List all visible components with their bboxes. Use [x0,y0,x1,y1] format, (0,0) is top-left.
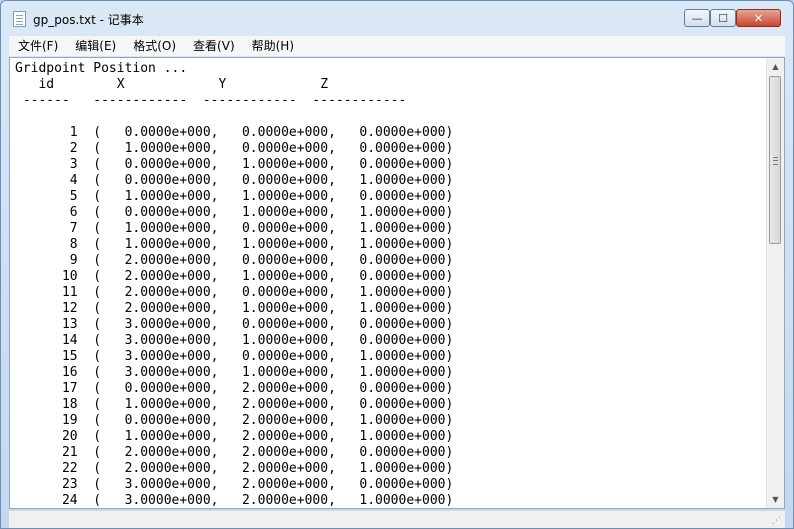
window-title: gp_pos.txt - 记事本 [33,13,144,27]
maximize-button[interactable]: ☐ [710,9,736,27]
scroll-thumb[interactable] [769,76,781,244]
vertical-scrollbar[interactable]: ▲ ▼ [766,58,784,508]
notepad-window: gp_pos.txt - 记事本 — ☐ ✕ 文件(F) 编辑(E) 格式(O)… [0,0,794,529]
minimize-button[interactable]: — [684,9,710,27]
menu-edit[interactable]: 编辑(E) [66,36,124,56]
close-button[interactable]: ✕ [736,9,781,27]
notepad-icon [13,11,26,27]
grip-icon [773,157,778,165]
menu-view[interactable]: 查看(V) [184,36,243,56]
menu-help[interactable]: 帮助(H) [243,36,302,56]
text-editor[interactable]: Gridpoint Position ... id X Y Z ------ -… [9,57,785,509]
menu-format[interactable]: 格式(O) [124,36,184,56]
editor-text[interactable]: Gridpoint Position ... id X Y Z ------ -… [15,61,453,508]
status-bar: ⋰ [9,510,785,528]
menu-bar: 文件(F) 编辑(E) 格式(O) 查看(V) 帮助(H) [9,36,785,57]
resize-grip-icon[interactable]: ⋰ [772,516,782,526]
title-bar[interactable]: gp_pos.txt - 记事本 — ☐ ✕ [1,1,793,35]
scroll-up-arrow-icon[interactable]: ▲ [767,58,784,75]
menu-file[interactable]: 文件(F) [9,36,66,56]
scroll-down-arrow-icon[interactable]: ▼ [767,491,784,508]
